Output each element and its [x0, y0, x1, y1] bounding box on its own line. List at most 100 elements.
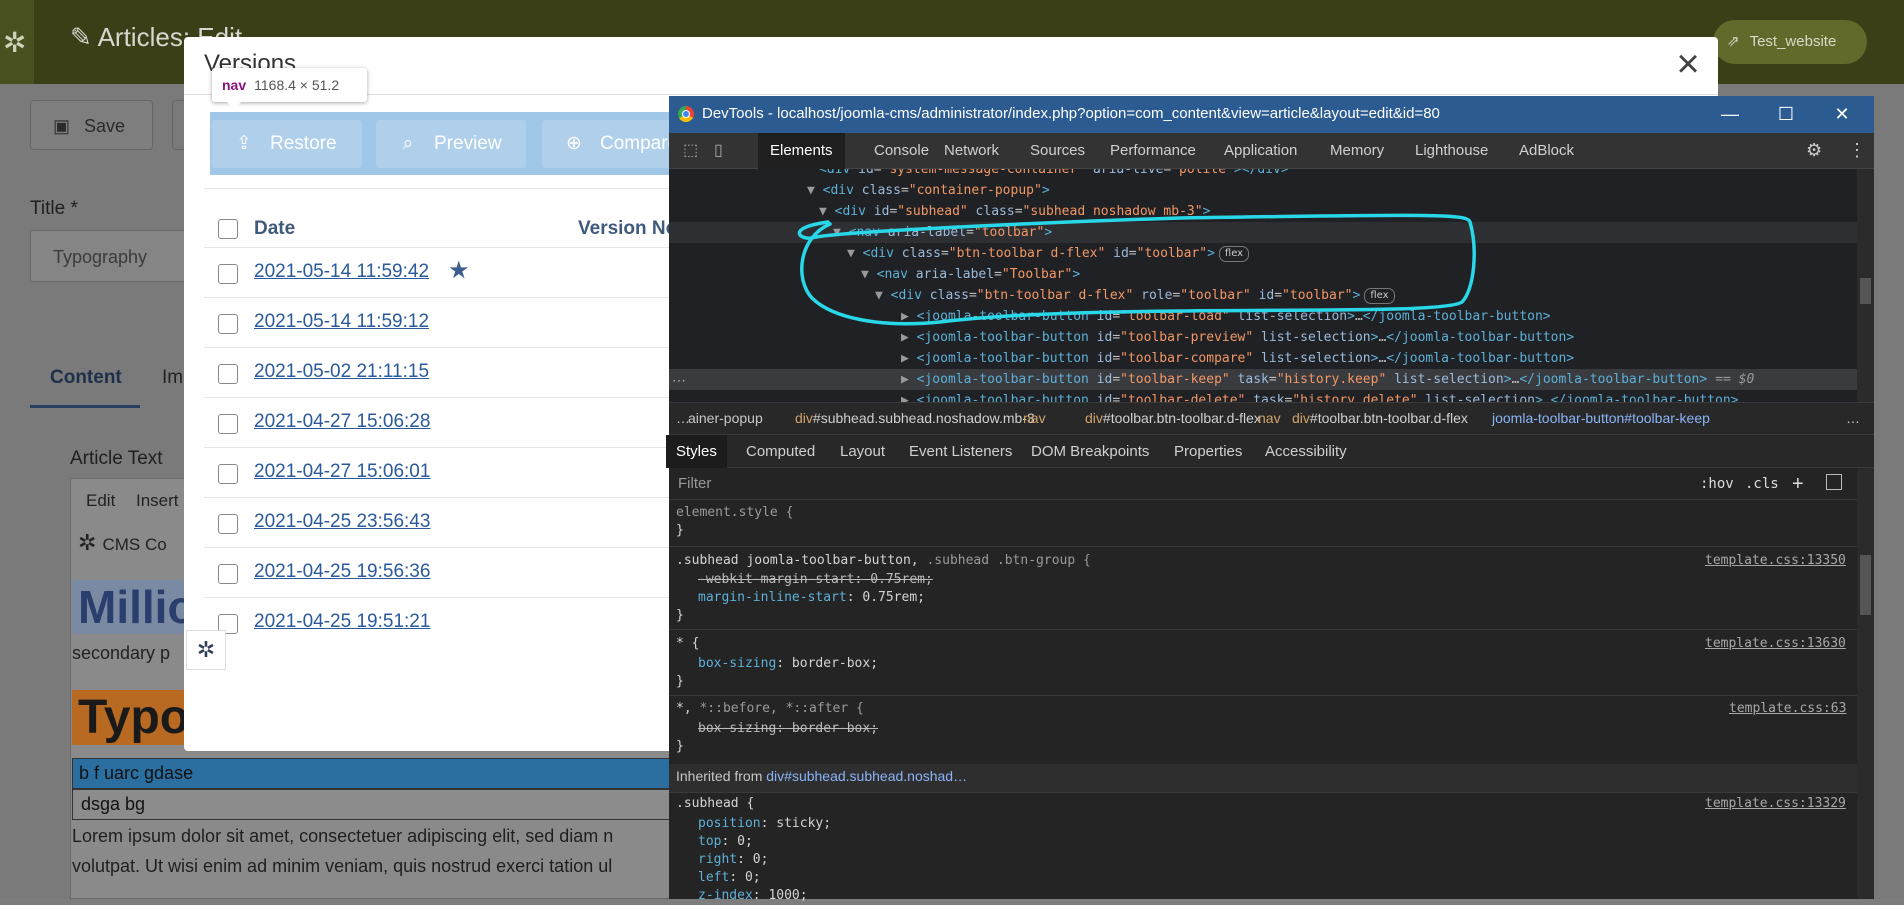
breadcrumb-item[interactable]: joomla-toolbar-button#toolbar-keep: [1492, 410, 1710, 426]
dom-node-line[interactable]: ▶ <joomla-toolbar-button id="toolbar-com…: [669, 348, 1857, 369]
styles-tab-properties[interactable]: Properties: [1174, 435, 1242, 468]
expand-triangle-icon[interactable]: ▼: [861, 267, 877, 282]
styles-filter-input[interactable]: Filter: [678, 468, 1684, 500]
style-rule-selector[interactable]: .subhead joomla-toolbar-button, .subhead…: [676, 552, 1091, 570]
style-source-link[interactable]: template.css:63: [1729, 700, 1846, 718]
site-link-button[interactable]: ⇗ Test_website: [1713, 20, 1867, 64]
expand-triangle-icon[interactable]: ▼: [819, 204, 835, 219]
version-date-link[interactable]: 2021-04-25 19:56:36: [254, 561, 430, 583]
editor-menu-insert[interactable]: Insert: [136, 491, 179, 511]
style-property-overridden[interactable]: -webkit-margin-start: 0.75rem;: [698, 571, 933, 589]
dom-node-line[interactable]: ▶ <joomla-toolbar-button id="toolbar-pre…: [669, 327, 1857, 348]
expand-triangle-icon[interactable]: ▶: [901, 372, 917, 387]
row-checkbox[interactable]: [218, 464, 238, 484]
style-property[interactable]: margin-inline-start: 0.75rem;: [698, 589, 925, 607]
version-date-link[interactable]: 2021-05-02 21:11:15: [254, 361, 429, 383]
style-rule-selector[interactable]: *, *::before, *::after {: [676, 700, 864, 718]
tab-content[interactable]: Content: [30, 358, 140, 408]
joomla-logo[interactable]: ✲: [0, 0, 34, 84]
devtools-tab-elements[interactable]: Elements: [758, 133, 845, 169]
styles-scrollbar-thumb[interactable]: [1860, 555, 1871, 615]
row-checkbox[interactable]: [218, 314, 238, 334]
expand-triangle-icon[interactable]: ▶: [901, 330, 917, 345]
devtools-tab-adblock[interactable]: AdBlock: [1519, 133, 1574, 169]
styles-tab-event-listeners[interactable]: Event Listeners: [909, 435, 1012, 468]
flex-badge[interactable]: flex: [1364, 288, 1395, 304]
title-input[interactable]: Typography: [30, 230, 190, 282]
close-icon[interactable]: ✕: [1822, 100, 1862, 128]
select-all-checkbox[interactable]: [218, 219, 238, 239]
device-toolbar-icon[interactable]: ▯: [714, 140, 734, 160]
styles-tab-layout[interactable]: Layout: [840, 435, 885, 468]
breadcrumb-overflow-icon[interactable]: …: [1846, 410, 1860, 426]
flex-badge[interactable]: flex: [1218, 246, 1250, 262]
devtools-tab-console[interactable]: Console: [874, 133, 929, 169]
inspect-element-icon[interactable]: ⬚: [683, 140, 703, 160]
version-date-link[interactable]: 2021-05-14 11:59:12: [254, 311, 429, 333]
style-property[interactable]: box-sizing: border-box;: [698, 655, 878, 673]
ellipsis-icon[interactable]: ⋯: [672, 372, 686, 389]
breadcrumb-item[interactable]: div#toolbar.btn-toolbar.d-flex: [1292, 410, 1468, 426]
styles-scrollbar[interactable]: [1857, 468, 1874, 899]
row-checkbox[interactable]: [218, 264, 238, 284]
style-property-overridden[interactable]: box-sizing: border-box;: [698, 720, 878, 738]
class-toggle[interactable]: .cls: [1745, 468, 1779, 500]
row-checkbox[interactable]: [218, 564, 238, 584]
dom-node-line[interactable]: ▼ <nav aria-label="Toolbar">: [669, 264, 1857, 285]
expand-triangle-icon[interactable]: ▼: [807, 183, 823, 198]
style-rule-selector[interactable]: .subhead {: [676, 795, 754, 813]
row-checkbox[interactable]: [218, 414, 238, 434]
style-property[interactable]: left: 0;: [698, 869, 761, 887]
minimize-icon[interactable]: —: [1710, 100, 1750, 128]
breadcrumb-item[interactable]: nav: [1023, 410, 1046, 426]
styles-tab-accessibility[interactable]: Accessibility: [1265, 435, 1347, 468]
breadcrumb-item[interactable]: nav: [1258, 410, 1281, 426]
expand-triangle-icon[interactable]: ▶: [901, 393, 917, 402]
expand-triangle-icon[interactable]: ▶: [901, 309, 917, 324]
style-rule-selector[interactable]: * {: [676, 635, 699, 653]
elements-dom-tree[interactable]: <div id="system-message-container" aria-…: [669, 169, 1857, 402]
sidebar-toggle-icon[interactable]: [1826, 474, 1842, 490]
dom-node-line[interactable]: ▼ <div class="btn-toolbar d-flex" role="…: [669, 285, 1857, 306]
style-source-link[interactable]: template.css:13329: [1705, 795, 1846, 813]
devtools-tab-memory[interactable]: Memory: [1330, 133, 1384, 169]
devtools-tab-application[interactable]: Application: [1224, 133, 1297, 169]
hover-state-toggle[interactable]: :hov: [1700, 468, 1734, 500]
expand-triangle-icon[interactable]: ▶: [901, 351, 917, 366]
devtools-tab-network[interactable]: Network: [944, 133, 999, 169]
dom-node-line[interactable]: ▼ <div id="subhead" class="subhead nosha…: [669, 201, 1857, 222]
joomla-icon[interactable]: ✲: [186, 630, 226, 670]
more-options-icon[interactable]: ⋮: [1848, 140, 1866, 161]
maximize-icon[interactable]: ☐: [1766, 100, 1806, 128]
dom-node-line[interactable]: ▶ <joomla-toolbar-button id="toolbar-loa…: [669, 306, 1857, 327]
compare-button[interactable]: ⊕ Compare: [542, 120, 672, 168]
cms-content-button[interactable]: ✲ CMS Co: [78, 530, 167, 556]
breadcrumb-item[interactable]: div#toolbar.btn-toolbar.d-flex: [1085, 410, 1261, 426]
restore-button[interactable]: ⇪ Restore: [212, 120, 362, 168]
breadcrumb-overflow-icon[interactable]: …: [676, 410, 690, 426]
dom-node-line[interactable]: ▼ <div class="container-popup">: [669, 180, 1857, 201]
tab-images[interactable]: Im: [162, 358, 183, 398]
expand-triangle-icon[interactable]: ▼: [847, 246, 863, 261]
style-property[interactable]: position: sticky;: [698, 815, 831, 833]
new-rule-icon[interactable]: +: [1792, 468, 1804, 500]
styles-tab-styles[interactable]: Styles: [666, 435, 727, 468]
row-checkbox[interactable]: [218, 514, 238, 534]
gear-icon[interactable]: ⚙: [1806, 140, 1822, 161]
expand-triangle-icon[interactable]: ▼: [875, 288, 891, 303]
styles-tab-computed[interactable]: Computed: [746, 435, 815, 468]
style-property[interactable]: z-index: 1000;: [698, 887, 808, 905]
dom-node-line[interactable]: ▼ <div class="btn-toolbar d-flex" id="to…: [669, 243, 1857, 264]
preview-button[interactable]: ⌕ Preview: [376, 120, 526, 168]
column-header-date[interactable]: Date: [254, 218, 295, 240]
style-rule-element[interactable]: element.style {: [676, 504, 793, 522]
devtools-tab-sources[interactable]: Sources: [1030, 133, 1085, 169]
expand-triangle-icon[interactable]: ▼: [833, 225, 849, 240]
dom-node-line[interactable]: ▶ <joomla-toolbar-button id="toolbar-del…: [669, 390, 1857, 402]
row-checkbox[interactable]: [218, 364, 238, 384]
dom-node-line[interactable]: <div id="system-message-container" aria-…: [669, 169, 1857, 180]
dom-node-line[interactable]: ▶ <joomla-toolbar-button id="toolbar-kee…: [669, 369, 1857, 390]
version-date-link[interactable]: 2021-05-14 11:59:42: [254, 261, 429, 283]
version-date-link[interactable]: 2021-04-25 19:51:21: [254, 611, 430, 633]
style-property[interactable]: top: 0;: [698, 833, 753, 851]
